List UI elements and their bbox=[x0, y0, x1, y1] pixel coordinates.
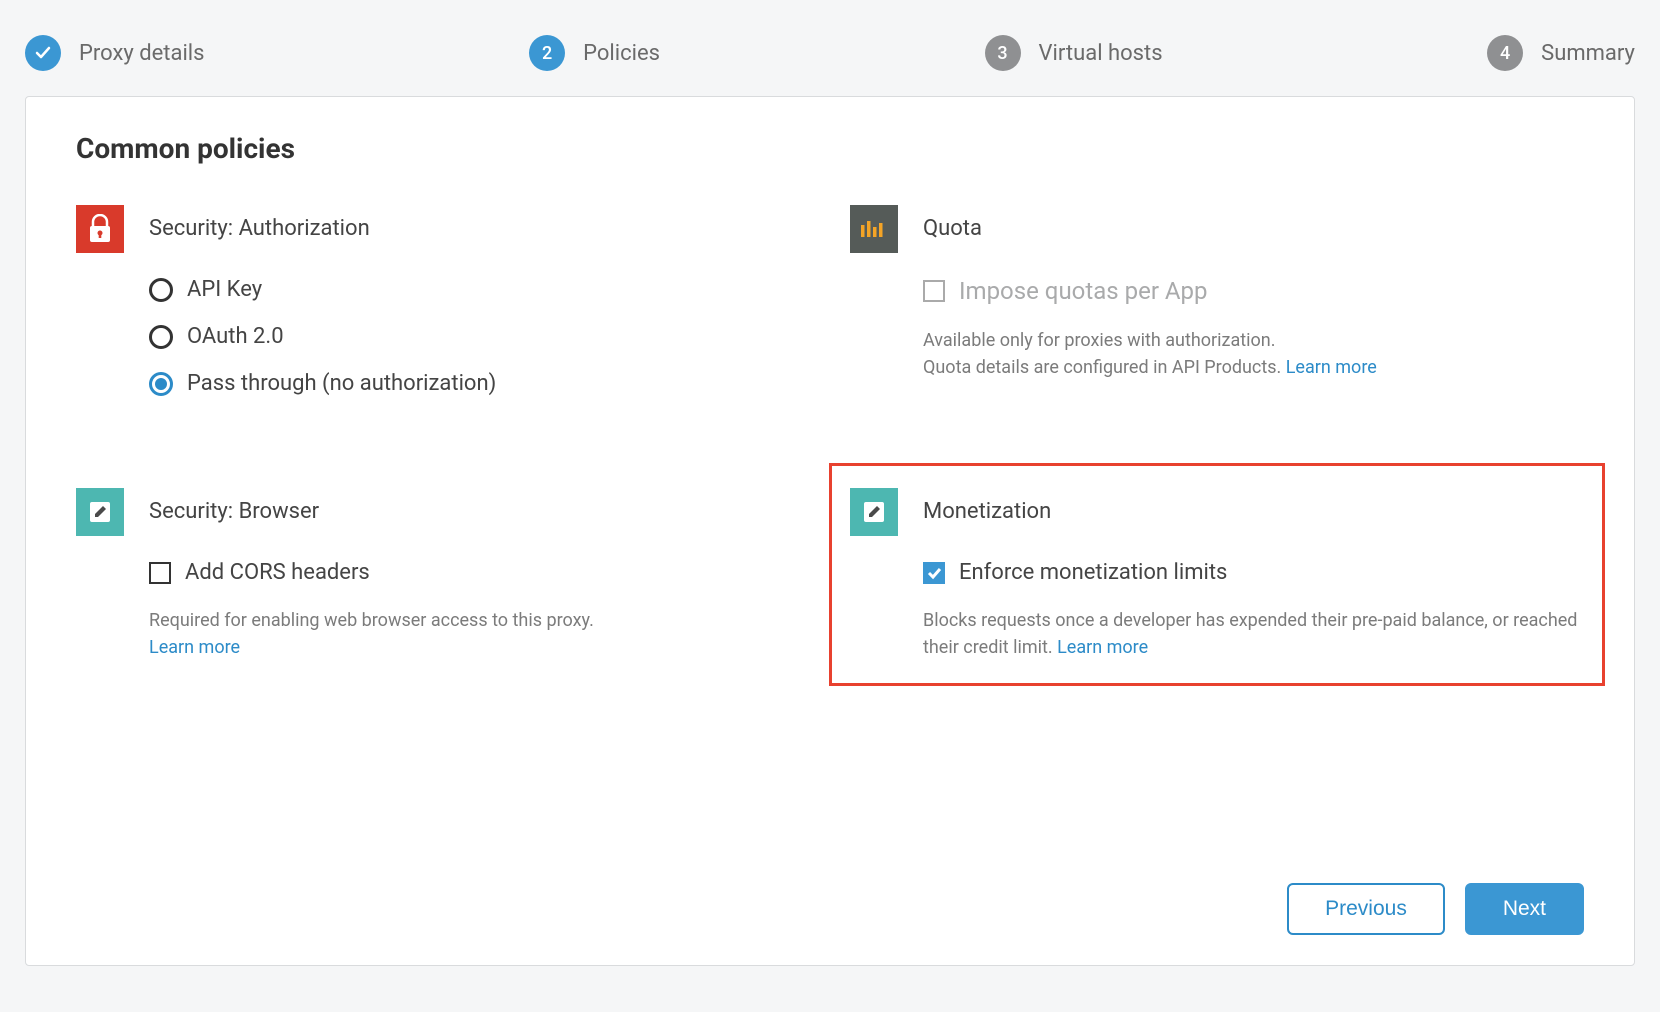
page-title: Common policies bbox=[76, 132, 1584, 165]
radio-api-key[interactable]: API Key bbox=[149, 277, 810, 302]
helper-line: Blocks requests once a developer has exp… bbox=[923, 610, 1577, 658]
step-label: Proxy details bbox=[79, 41, 205, 66]
step-label: Policies bbox=[583, 41, 660, 66]
learn-more-link[interactable]: Learn more bbox=[1057, 637, 1148, 658]
policy-security-authorization: Security: Authorization API Key OAuth 2.… bbox=[76, 205, 810, 418]
step-circle-pending: 3 bbox=[985, 35, 1021, 71]
learn-more-link[interactable]: Learn more bbox=[1286, 357, 1377, 378]
radio-icon bbox=[149, 325, 173, 349]
helper-text: Available only for proxies with authoriz… bbox=[923, 327, 1584, 381]
stepper: Proxy details 2 Policies 3 Virtual hosts… bbox=[25, 20, 1635, 96]
footer: Previous Next bbox=[76, 853, 1584, 935]
lock-icon bbox=[76, 205, 124, 253]
step-circle-done bbox=[25, 35, 61, 71]
policy-title: Security: Authorization bbox=[149, 205, 810, 253]
radio-label: OAuth 2.0 bbox=[187, 324, 284, 349]
step-proxy-details[interactable]: Proxy details bbox=[25, 35, 205, 71]
next-button[interactable]: Next bbox=[1465, 883, 1584, 935]
radio-label: Pass through (no authorization) bbox=[187, 371, 496, 396]
checkbox-label: Add CORS headers bbox=[185, 560, 370, 585]
helper-text: Required for enabling web browser access… bbox=[149, 607, 810, 661]
step-virtual-hosts[interactable]: 3 Virtual hosts bbox=[985, 35, 1163, 71]
checkbox-impose-quotas: Impose quotas per App bbox=[923, 277, 1584, 305]
helper-line: Required for enabling web browser access… bbox=[149, 610, 594, 631]
pencil-icon bbox=[76, 488, 124, 536]
checkbox-label: Enforce monetization limits bbox=[959, 560, 1227, 585]
policy-title: Quota bbox=[923, 205, 1584, 253]
policy-quota: Quota Impose quotas per App Available on… bbox=[850, 205, 1584, 418]
policy-title: Monetization bbox=[923, 488, 1584, 536]
radio-label: API Key bbox=[187, 277, 262, 302]
policy-title: Security: Browser bbox=[149, 488, 810, 536]
checkbox-enforce-monetization[interactable]: Enforce monetization limits bbox=[923, 560, 1584, 585]
learn-more-link[interactable]: Learn more bbox=[149, 637, 240, 658]
step-summary[interactable]: 4 Summary bbox=[1487, 35, 1635, 71]
helper-line: Available only for proxies with authoriz… bbox=[923, 330, 1275, 351]
radio-icon bbox=[149, 278, 173, 302]
policies-card: Common policies Security: Authorization … bbox=[25, 96, 1635, 966]
policy-monetization: Monetization Enforce monetization limits… bbox=[829, 463, 1605, 686]
checkbox-icon-disabled bbox=[923, 280, 945, 302]
radio-pass-through[interactable]: Pass through (no authorization) bbox=[149, 371, 810, 396]
policy-security-browser: Security: Browser Add CORS headers Requi… bbox=[76, 488, 810, 661]
checkbox-add-cors[interactable]: Add CORS headers bbox=[149, 560, 810, 585]
step-label: Virtual hosts bbox=[1039, 41, 1163, 66]
bars-icon bbox=[850, 205, 898, 253]
step-circle-current: 2 bbox=[529, 35, 565, 71]
previous-button[interactable]: Previous bbox=[1287, 883, 1445, 935]
policies-grid: Security: Authorization API Key OAuth 2.… bbox=[76, 205, 1584, 661]
checkbox-icon bbox=[149, 562, 171, 584]
radio-oauth[interactable]: OAuth 2.0 bbox=[149, 324, 810, 349]
checkbox-label: Impose quotas per App bbox=[959, 277, 1208, 305]
checkbox-icon-checked bbox=[923, 562, 945, 584]
radio-icon-selected bbox=[149, 372, 173, 396]
helper-text: Blocks requests once a developer has exp… bbox=[923, 607, 1584, 661]
pencil-icon bbox=[850, 488, 898, 536]
helper-line: Quota details are configured in API Prod… bbox=[923, 357, 1286, 378]
step-circle-pending: 4 bbox=[1487, 35, 1523, 71]
step-label: Summary bbox=[1541, 41, 1635, 66]
step-policies[interactable]: 2 Policies bbox=[529, 35, 660, 71]
